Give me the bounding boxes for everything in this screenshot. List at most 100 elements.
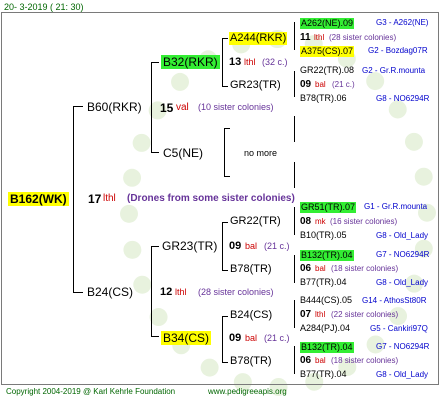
b24c-code: lthl [315,310,326,319]
tree-line [222,38,223,86]
gr23b-mating-code: bal [245,241,258,251]
b32-mating-code: lthl [244,57,256,67]
queen-c5[interactable]: C5(NE) [163,147,203,159]
queen-b78b[interactable]: B78(TR) [230,264,272,275]
queen-gr51[interactable]: GR51(TR).07 [300,202,357,213]
b78c-num: 06 [300,355,312,366]
queen-b132a[interactable]: B132(TR).04 [300,250,354,261]
tree-line [222,222,228,223]
queen-a262[interactable]: A262(NE).09 [300,18,355,29]
tree-line [222,38,228,39]
queen-a244[interactable]: A244(RKR) [229,32,288,45]
pedigree-page: 20- 3-2019 ( 21: 30) B162(WK) 17 lthl (D… [0,0,440,400]
queen-gr23b[interactable]: GR23(TR) [162,240,217,252]
b24-mating-text: (28 sister colonies) [198,287,274,297]
tree-line [73,292,83,293]
tree-line [151,246,152,336]
tree-line [294,71,295,97]
b132b-info: G7 - NO6294R [376,342,430,351]
b60-mating-code: val [176,102,189,113]
queen-b10[interactable]: B10(TR).05 [300,231,347,240]
tree-line [151,62,152,152]
root-mating-code: lthl [103,193,116,204]
a375-info: G2 - Bozdag07R [368,46,428,55]
tree-line [294,207,295,235]
tree-line [294,162,295,188]
tree-line [151,246,159,247]
b32-mating-num: 13 [229,56,242,68]
tree-line [222,222,223,270]
a244-num: 11 [300,32,311,43]
tree-line [224,128,230,129]
gr22a-info: G2 - Gr.R.mounta [362,66,426,75]
b77b-info: G8 - Old_Lady [376,370,429,379]
gr23b-mating-text: (21 c.) [264,241,290,251]
gr23a-code: bal [315,80,326,89]
queen-a284[interactable]: A284(PJ).04 [300,324,350,333]
tree-line [222,316,223,362]
queen-b24c[interactable]: B24(CS) [230,310,272,321]
b24c-num: 07 [300,309,312,320]
root-mating-num: 17 [88,192,102,206]
tree-line [294,255,295,283]
queen-b34[interactable]: B34(CS) [161,331,212,345]
tree-line [222,86,228,87]
b78b-text: (18 sister colonies) [331,264,399,273]
tree-line [294,22,295,50]
c5-no-more: no more [244,148,278,158]
tree-line [224,176,230,177]
queen-gr23a[interactable]: GR23(TR) [230,80,281,91]
tree-line [222,270,228,271]
queen-b24[interactable]: B24(CS) [87,286,133,298]
tree-line [151,152,159,153]
report-date: 20- 3-2019 ( 21: 30) [4,2,84,12]
b34-mating-text: (21 c.) [264,333,290,343]
footer-copyright: Copyright 2004-2019 @ Karl Kehrle Founda… [6,387,176,396]
b10-info: G8 - Old_Lady [376,231,429,240]
queen-a375[interactable]: A375(CS).07 [300,46,355,57]
b78a-info: G8 - NO6294R [376,94,430,103]
tree-line [73,106,74,292]
b77a-info: G8 - Old_Lady [376,278,429,287]
a244-text: (28 sister colonies) [329,33,397,42]
footer-website-link[interactable]: www.pedigreeapis.org [208,388,287,396]
queen-gr22a[interactable]: GR22(TR).08 [300,66,354,75]
queen-b77a[interactable]: B77(TR).04 [300,278,347,287]
b24-mating-code: lthl [175,287,187,297]
gr22b-code: mk [315,217,326,226]
b60-mating-num: 15 [160,101,174,115]
root-queen[interactable]: B162(WK) [8,192,69,206]
queen-b78c[interactable]: B78(TR) [230,356,272,367]
tree-line [222,362,228,363]
queen-b77b[interactable]: B77(TR).04 [300,370,347,379]
gr23b-mating-num: 09 [229,240,242,252]
b78c-code: bal [315,356,326,365]
a262-info: G3 - A262(NE) [376,18,429,27]
tree-line [224,128,225,176]
tree-line [222,316,228,317]
queen-b78a[interactable]: B78(TR).06 [300,94,347,103]
tree-line [294,300,295,328]
b24-mating-num: 12 [160,286,173,298]
b32-mating-text: (32 c.) [262,57,288,67]
queen-b132b[interactable]: B132(TR).04 [300,342,354,353]
queen-b60[interactable]: B60(RKR) [87,101,142,113]
b24c-text: (22 sister colonies) [331,310,399,319]
b34-mating-num: 09 [229,332,242,344]
tree-line [294,346,295,374]
a244-code: lthl [314,33,325,42]
b60-mating-text: (10 sister colonies) [198,102,274,112]
queen-gr22b[interactable]: GR22(TR) [230,216,281,227]
queen-b32[interactable]: B32(RKR) [161,55,220,69]
tree-line [151,62,159,63]
a284-info: G5 - Cankiri97Q [370,324,428,333]
b444-info: G14 - AthosSt80R [362,296,427,305]
tree-line [294,116,295,142]
gr22b-num: 08 [300,216,312,227]
queen-b444[interactable]: B444(CS).05 [300,296,352,305]
tree-line [73,106,83,107]
gr23a-text: (21 c.) [332,80,355,89]
b34-mating-code: bal [245,333,258,343]
b78b-code: bal [315,264,326,273]
gr22b-text: (16 sister colonies) [330,217,398,226]
